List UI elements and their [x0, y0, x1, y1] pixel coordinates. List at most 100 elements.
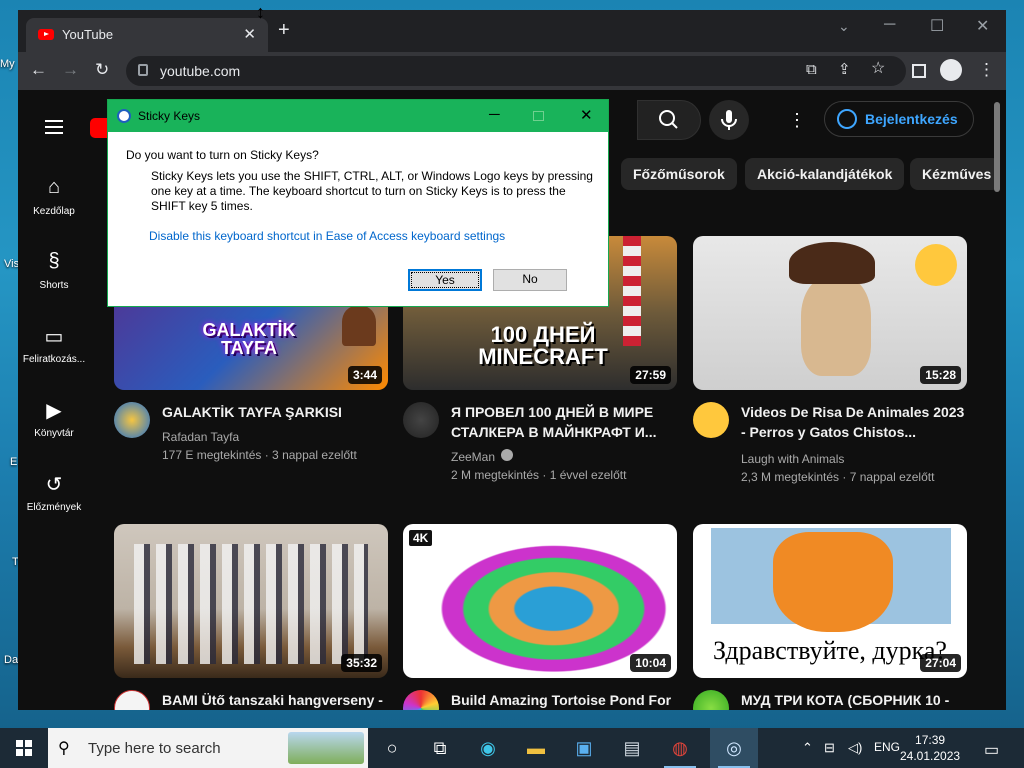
start-button[interactable]: [0, 728, 48, 768]
open-in-app-icon[interactable]: ⧉: [806, 61, 817, 79]
video-meta: Videos De Risa De Animales 2023 - Perros…: [693, 390, 967, 490]
network-icon[interactable]: ⊟: [824, 740, 835, 756]
forward-arrow-icon[interactable]: →: [62, 61, 79, 79]
tab-search-chevron-icon[interactable]: ⌄: [838, 18, 850, 35]
task-view-icon[interactable]: ⧉: [416, 728, 464, 768]
thumbnail-choir: [128, 544, 368, 664]
sidebar-item-history[interactable]: ↺ Előzmények: [18, 472, 90, 513]
channel-avatar[interactable]: [693, 690, 729, 710]
disable-shortcut-link[interactable]: Disable this keyboard shortcut in Ease o…: [149, 229, 505, 243]
video-meta: МУД ТРИ КОТА (СБОРНИК 10 - 12) ДЕМОТИВАТ…: [693, 678, 967, 710]
microsoft-store-icon[interactable]: ▣: [560, 728, 608, 768]
settings-more-icon[interactable]: ⋮: [788, 110, 806, 131]
video-title[interactable]: Я ПРОВЕЛ 100 ДНЕЙ В МИРЕ СТАЛКЕРА В МАЙН…: [451, 402, 677, 442]
video-title[interactable]: Build Amazing Tortoise Pond For Turtle F…: [451, 690, 677, 710]
voice-search-button[interactable]: [709, 100, 749, 140]
dialog-minimize-button[interactable]: ─: [489, 106, 500, 123]
thumbnail-cat: [801, 276, 871, 376]
sidebar-item-subscriptions[interactable]: ▭ Feliratkozás...: [18, 324, 90, 365]
browser-menu-icon[interactable]: ⋮: [978, 61, 995, 79]
side-panel-icon[interactable]: [912, 64, 926, 78]
photos-app-icon[interactable]: ▤: [608, 728, 656, 768]
address-url[interactable]: youtube.com: [160, 63, 240, 79]
thumbnail-character: [342, 306, 376, 346]
channel-name[interactable]: ZeeMan: [451, 450, 495, 464]
tab-close-icon[interactable]: ✕: [243, 25, 256, 43]
edge-icon[interactable]: ◉: [464, 728, 512, 768]
channel-name[interactable]: Rafadan Tayfa: [162, 430, 239, 444]
video-card[interactable]: 4K 10:04 Build Amazing Tortoise Pond For…: [403, 524, 677, 710]
file-explorer-icon[interactable]: ▬: [512, 728, 560, 768]
input-language[interactable]: ENG: [874, 740, 900, 754]
cortana-icon[interactable]: ○: [368, 728, 416, 768]
no-button[interactable]: No: [493, 269, 567, 291]
yes-button[interactable]: Yes: [408, 269, 482, 291]
ease-of-access-taskbar-icon[interactable]: ◎: [710, 728, 758, 768]
hamburger-menu-icon[interactable]: [45, 120, 63, 122]
video-title[interactable]: BAMI Ütő tanszaki hangverseny - 2023. ja…: [162, 690, 388, 710]
dialog-title-bar[interactable]: Sticky Keys ─ ✕: [108, 100, 608, 132]
video-meta: Я ПРОВЕЛ 100 ДНЕЙ В МИРЕ СТАЛКЕРА В МАЙН…: [403, 390, 677, 490]
channel-avatar[interactable]: [403, 690, 439, 710]
video-card[interactable]: 35:32 BAMI Ütő tanszaki hangverseny - 20…: [114, 524, 388, 710]
youtube-favicon-icon: [38, 29, 54, 40]
chip-crafts[interactable]: Kézműves: [910, 158, 1000, 190]
video-title[interactable]: МУД ТРИ КОТА (СБОРНИК 10 - 12) ДЕМОТИВАТ…: [741, 690, 967, 710]
4k-badge: 4K: [409, 530, 433, 546]
sidebar-item-home[interactable]: ⌂ Kezdőlap: [18, 176, 90, 217]
video-title[interactable]: GALAKTİK TAYFA ŞARKISI: [162, 402, 388, 422]
sign-in-button[interactable]: Bejelentkezés: [824, 101, 974, 137]
dialog-title: Sticky Keys: [138, 109, 201, 123]
close-window-button[interactable]: ✕: [976, 16, 989, 36]
video-stats: 2 M megtekintés · 1 évvel ezelőtt: [451, 468, 627, 482]
dialog-description: Sticky Keys lets you use the SHIFT, CTRL…: [151, 169, 593, 213]
chip-action-adventure[interactable]: Akció-kalandjátékok: [745, 158, 905, 190]
taskbar-search-box[interactable]: ⚲ Type here to search: [48, 728, 368, 768]
search-placeholder[interactable]: Type here to search: [88, 740, 221, 757]
video-thumbnail[interactable]: 35:32: [114, 524, 388, 678]
sidebar-item-shorts[interactable]: § Shorts: [18, 250, 90, 291]
reload-icon[interactable]: ↻: [95, 61, 109, 79]
tab-youtube[interactable]: YouTube ✕: [26, 18, 268, 52]
video-card[interactable]: Здравствуйте, дурка? 27:04 МУД ТРИ КОТА …: [693, 524, 967, 710]
maximize-button[interactable]: ☐: [930, 16, 944, 36]
desktop-icon-label[interactable]: My: [0, 58, 18, 70]
channel-avatar[interactable]: [403, 402, 439, 438]
channel-avatar[interactable]: [114, 690, 150, 710]
volume-icon[interactable]: ◁): [848, 740, 862, 756]
video-thumbnail[interactable]: 15:28: [693, 236, 967, 390]
channel-name[interactable]: Laugh with Animals: [741, 452, 844, 466]
channel-avatar[interactable]: [114, 402, 150, 438]
page-scrollbar[interactable]: [994, 102, 1000, 192]
minimize-button[interactable]: ─: [884, 16, 895, 34]
video-card[interactable]: 15:28 Videos De Risa De Animales 2023 - …: [693, 236, 967, 490]
sticky-keys-dialog: Sticky Keys ─ ✕ Do you want to turn on S…: [107, 99, 609, 307]
video-duration: 35:32: [341, 654, 382, 672]
profile-avatar-icon[interactable]: [940, 59, 962, 81]
video-title[interactable]: Videos De Risa De Animales 2023 - Perros…: [741, 402, 967, 442]
chip-cooking[interactable]: Főzőműsorok: [621, 158, 737, 190]
video-thumbnail[interactable]: Здравствуйте, дурка? 27:04: [693, 524, 967, 678]
sidebar-item-label: Kezdőlap: [33, 206, 75, 217]
new-tab-button[interactable]: +: [278, 20, 290, 40]
share-icon[interactable]: ⇪: [838, 61, 851, 79]
channel-avatar[interactable]: [693, 402, 729, 438]
video-duration: 15:28: [920, 366, 961, 384]
clock-date: 24.01.2023: [900, 749, 961, 763]
system-clock[interactable]: 17:39 24.01.2023: [900, 732, 960, 764]
chrome-icon[interactable]: ◍: [656, 728, 704, 768]
address-bar[interactable]: youtube.com ⧉ ⇪ ☆: [126, 56, 906, 86]
video-stats: 177 E megtekintés · 3 nappal ezelőtt: [162, 448, 357, 462]
dialog-close-button[interactable]: ✕: [580, 106, 593, 124]
bookmark-star-icon[interactable]: ☆: [871, 60, 885, 78]
tab-strip: YouTube ✕ + ⌄ ─ ☐ ✕: [18, 10, 1006, 52]
show-hidden-icons-chevron-icon[interactable]: ⌃: [802, 740, 813, 756]
search-button[interactable]: [637, 100, 701, 140]
notification-center-icon[interactable]: ▭: [984, 740, 999, 760]
history-icon: ↺: [45, 474, 63, 496]
back-arrow-icon[interactable]: ←: [30, 61, 47, 79]
video-thumbnail[interactable]: 4K 10:04: [403, 524, 677, 678]
sidebar-item-library[interactable]: ▶ Könyvtár: [18, 398, 90, 439]
thumbnail-hat: [789, 242, 875, 284]
lock-icon[interactable]: [138, 64, 148, 76]
